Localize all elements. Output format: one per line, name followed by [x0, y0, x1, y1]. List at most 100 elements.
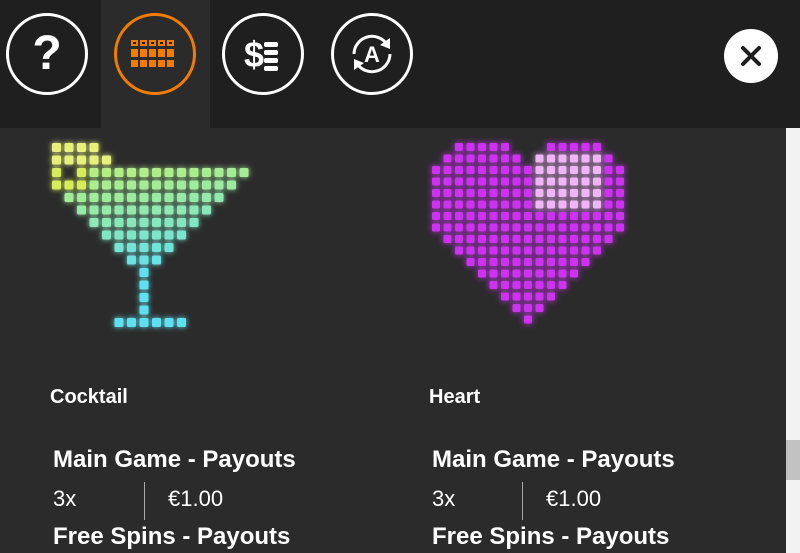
pixel-dot: [432, 223, 440, 232]
pixel-dot: [524, 189, 532, 197]
pixel-dot: [616, 189, 624, 197]
bet-settings-button[interactable]: $: [222, 13, 304, 95]
pixel-dot: [139, 230, 149, 240]
pixel-dot: [152, 168, 161, 177]
pixel-dot: [570, 189, 578, 197]
pixel-dot: [152, 255, 161, 265]
autoplay-button[interactable]: A: [331, 13, 413, 95]
pixel-dot: [570, 143, 578, 151]
pixel-dot: [189, 218, 199, 227]
pixel-dot: [524, 258, 532, 266]
pixel-dot: [501, 246, 509, 255]
paytable-button[interactable]: [114, 13, 196, 95]
scrollbar-track[interactable]: [786, 128, 800, 553]
pixel-dot: [501, 166, 509, 174]
pixel-dot: [604, 223, 613, 232]
pixel-dot: [77, 205, 86, 215]
pixel-dot: [512, 281, 521, 289]
help-button[interactable]: ?: [6, 13, 88, 95]
pixel-dot: [489, 223, 498, 232]
symbol-name-heart: Heart: [429, 386, 481, 408]
pixel-dot: [489, 281, 498, 289]
pixel-dot: [535, 223, 544, 232]
pixel-dot: [501, 223, 509, 232]
pixel-dot: [593, 177, 601, 186]
pixel-dot: [558, 200, 567, 209]
pixel-dot: [164, 193, 174, 202]
pixel-dot: [593, 189, 601, 197]
pixel-dot: [547, 223, 555, 232]
pixel-dot: [139, 280, 149, 290]
pixel-dot: [77, 193, 86, 202]
pixel-dot: [581, 143, 590, 151]
pixel-dot: [512, 304, 521, 312]
pixel-dot: [524, 166, 532, 174]
pixel-dot: [64, 180, 74, 190]
pixel-dot: [512, 212, 521, 220]
pixel-dot: [227, 168, 236, 177]
pixel-dot: [547, 258, 555, 266]
grid-icon: [131, 40, 174, 67]
pixel-dot: [512, 154, 521, 163]
pixel-dot: [478, 269, 486, 278]
pixel-dot: [443, 166, 452, 174]
pixel-dot: [466, 154, 475, 163]
pixel-dot: [501, 269, 509, 278]
pixel-dot: [152, 318, 161, 327]
pixel-dot: [512, 200, 521, 209]
pixel-dot: [593, 223, 601, 232]
pixel-dot: [478, 200, 486, 209]
pixel-dot: [535, 269, 544, 278]
pixel-dot: [139, 218, 149, 227]
pixel-dot: [443, 235, 452, 243]
pixel-dot: [478, 212, 486, 220]
pixel-dot: [432, 166, 440, 174]
pixel-dot: [524, 212, 532, 220]
pixel-dot: [478, 235, 486, 243]
pixel-dot: [547, 212, 555, 220]
pixel-dot: [139, 305, 149, 315]
pixel-dot: [535, 212, 544, 220]
pixel-dot: [512, 292, 521, 301]
pixel-dot: [432, 200, 440, 209]
payout-divider: [144, 482, 145, 520]
autoplay-a-icon: A: [352, 34, 392, 74]
close-button[interactable]: [724, 29, 778, 83]
pixel-dot: [77, 180, 86, 190]
pixel-dot: [616, 177, 624, 186]
pixel-dot: [593, 246, 601, 255]
pixel-dot: [152, 193, 161, 202]
payout-amount: €1.00: [546, 486, 602, 511]
pixel-dot: [139, 168, 149, 177]
pixel-dot: [102, 193, 111, 202]
pixel-dot: [558, 212, 567, 220]
pixel-dot: [524, 269, 532, 278]
pixel-dot: [478, 258, 486, 266]
pixel-dot: [501, 154, 509, 163]
pixel-dot: [89, 155, 99, 165]
pixel-dot: [52, 168, 61, 177]
pixel-dot: [127, 255, 136, 265]
pixel-dot: [478, 189, 486, 197]
pixel-dot: [501, 212, 509, 220]
symbol-name-cocktail: Cocktail: [50, 386, 128, 408]
pixel-dot: [164, 218, 174, 227]
payout-amount: €1.00: [168, 486, 224, 511]
pixel-dot: [432, 212, 440, 220]
pixel-dot: [581, 212, 590, 220]
pixel-dot: [52, 155, 61, 165]
pixel-dot: [512, 258, 521, 266]
pixel-dot: [593, 154, 601, 163]
payout-multiplier: 3x: [432, 486, 456, 511]
pixel-dot: [501, 292, 509, 301]
pixel-dot: [570, 166, 578, 174]
pixel-dot: [89, 180, 99, 190]
pixel-dot: [581, 246, 590, 255]
pixel-dot: [616, 166, 624, 174]
payout-divider: [522, 482, 523, 520]
pixel-dot: [455, 246, 463, 255]
scrollbar-thumb[interactable]: [786, 440, 800, 480]
pixel-dot: [558, 269, 567, 278]
pixel-dot: [466, 189, 475, 197]
pixel-dot: [77, 143, 86, 152]
